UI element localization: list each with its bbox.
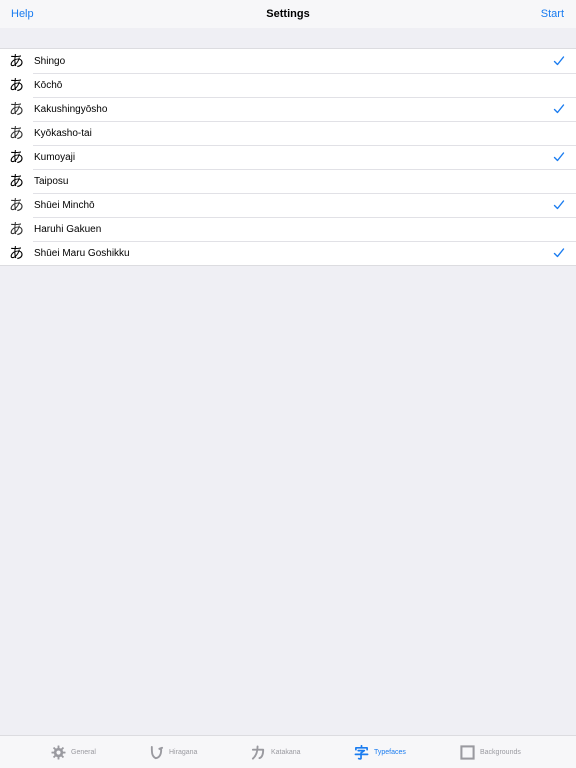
typeface-sample-glyph: あ <box>9 100 25 118</box>
start-button[interactable]: Start <box>541 8 564 20</box>
kanji-icon <box>354 744 369 760</box>
checkmark-icon <box>553 248 565 258</box>
typeface-name: Kumoyaji <box>34 152 76 163</box>
typeface-row-kakushingyosho[interactable]: あ Kakushingyōsho <box>0 97 576 121</box>
typeface-name: Kyōkasho-tai <box>34 128 92 139</box>
typeface-row-haruhi-gakuen[interactable]: あ Haruhi Gakuen <box>0 217 576 241</box>
typeface-name: Kōchō <box>34 80 63 91</box>
page-title: Settings <box>266 8 310 20</box>
typeface-sample-glyph: あ <box>9 244 25 262</box>
checkmark-icon <box>553 152 565 162</box>
tab-backgrounds[interactable]: Backgrounds <box>460 742 521 762</box>
tab-label: Hiragana <box>169 748 198 756</box>
navigation-bar: Help Settings Start <box>0 0 576 28</box>
typeface-sample-glyph: あ <box>9 196 25 214</box>
typeface-name: Kakushingyōsho <box>34 104 108 115</box>
typeface-name: Taiposu <box>34 176 69 187</box>
tab-general[interactable]: General <box>51 742 96 762</box>
typeface-row-kumoyaji[interactable]: あ Kumoyaji <box>0 145 576 169</box>
typeface-sample-glyph: あ <box>9 220 25 238</box>
typeface-name: Shūei Minchō <box>34 200 95 211</box>
tab-hiragana[interactable]: Hiragana <box>149 742 197 762</box>
typeface-row-shingo[interactable]: あ Shingo <box>0 49 576 73</box>
typeface-row-shuei-mincho[interactable]: あ Shūei Minchō <box>0 193 576 217</box>
checkmark-icon <box>553 56 565 66</box>
tab-label: General <box>71 748 96 756</box>
checkmark-icon <box>553 200 565 210</box>
typeface-sample-glyph: あ <box>9 148 25 166</box>
typeface-sample-glyph: あ <box>9 124 25 142</box>
tab-typefaces[interactable]: Typefaces <box>354 742 406 762</box>
tab-label: Typefaces <box>374 748 406 756</box>
tab-katakana[interactable]: Katakana <box>251 742 301 762</box>
hiragana-icon <box>150 745 164 759</box>
checkmark-icon <box>553 104 565 114</box>
typeface-name: Shūei Maru Goshikku <box>34 248 130 259</box>
typeface-row-kocho[interactable]: あ Kōchō <box>0 73 576 97</box>
typeface-name: Shingo <box>34 56 66 67</box>
tab-bar: General Hiragana Katakana Typefaces Back… <box>0 735 576 768</box>
typeface-name: Haruhi Gakuen <box>34 224 102 235</box>
typeface-row-taiposu[interactable]: あ Taiposu <box>0 169 576 193</box>
typeface-sample-glyph: あ <box>9 52 25 70</box>
tab-label: Katakana <box>271 748 301 756</box>
katakana-icon <box>251 744 265 760</box>
typeface-sample-glyph: あ <box>9 172 25 190</box>
typeface-row-shuei-maru-goshikku[interactable]: あ Shūei Maru Goshikku <box>0 241 576 265</box>
square-icon <box>460 744 475 760</box>
typeface-sample-glyph: あ <box>9 76 25 94</box>
typeface-list: あ Shingo あ Kōchō あ Kakushingyōsho あ Kyōk… <box>0 48 576 266</box>
tab-label: Backgrounds <box>480 748 521 756</box>
typeface-row-kyokasho-tai[interactable]: あ Kyōkasho-tai <box>0 121 576 145</box>
gear-icon <box>51 744 66 760</box>
